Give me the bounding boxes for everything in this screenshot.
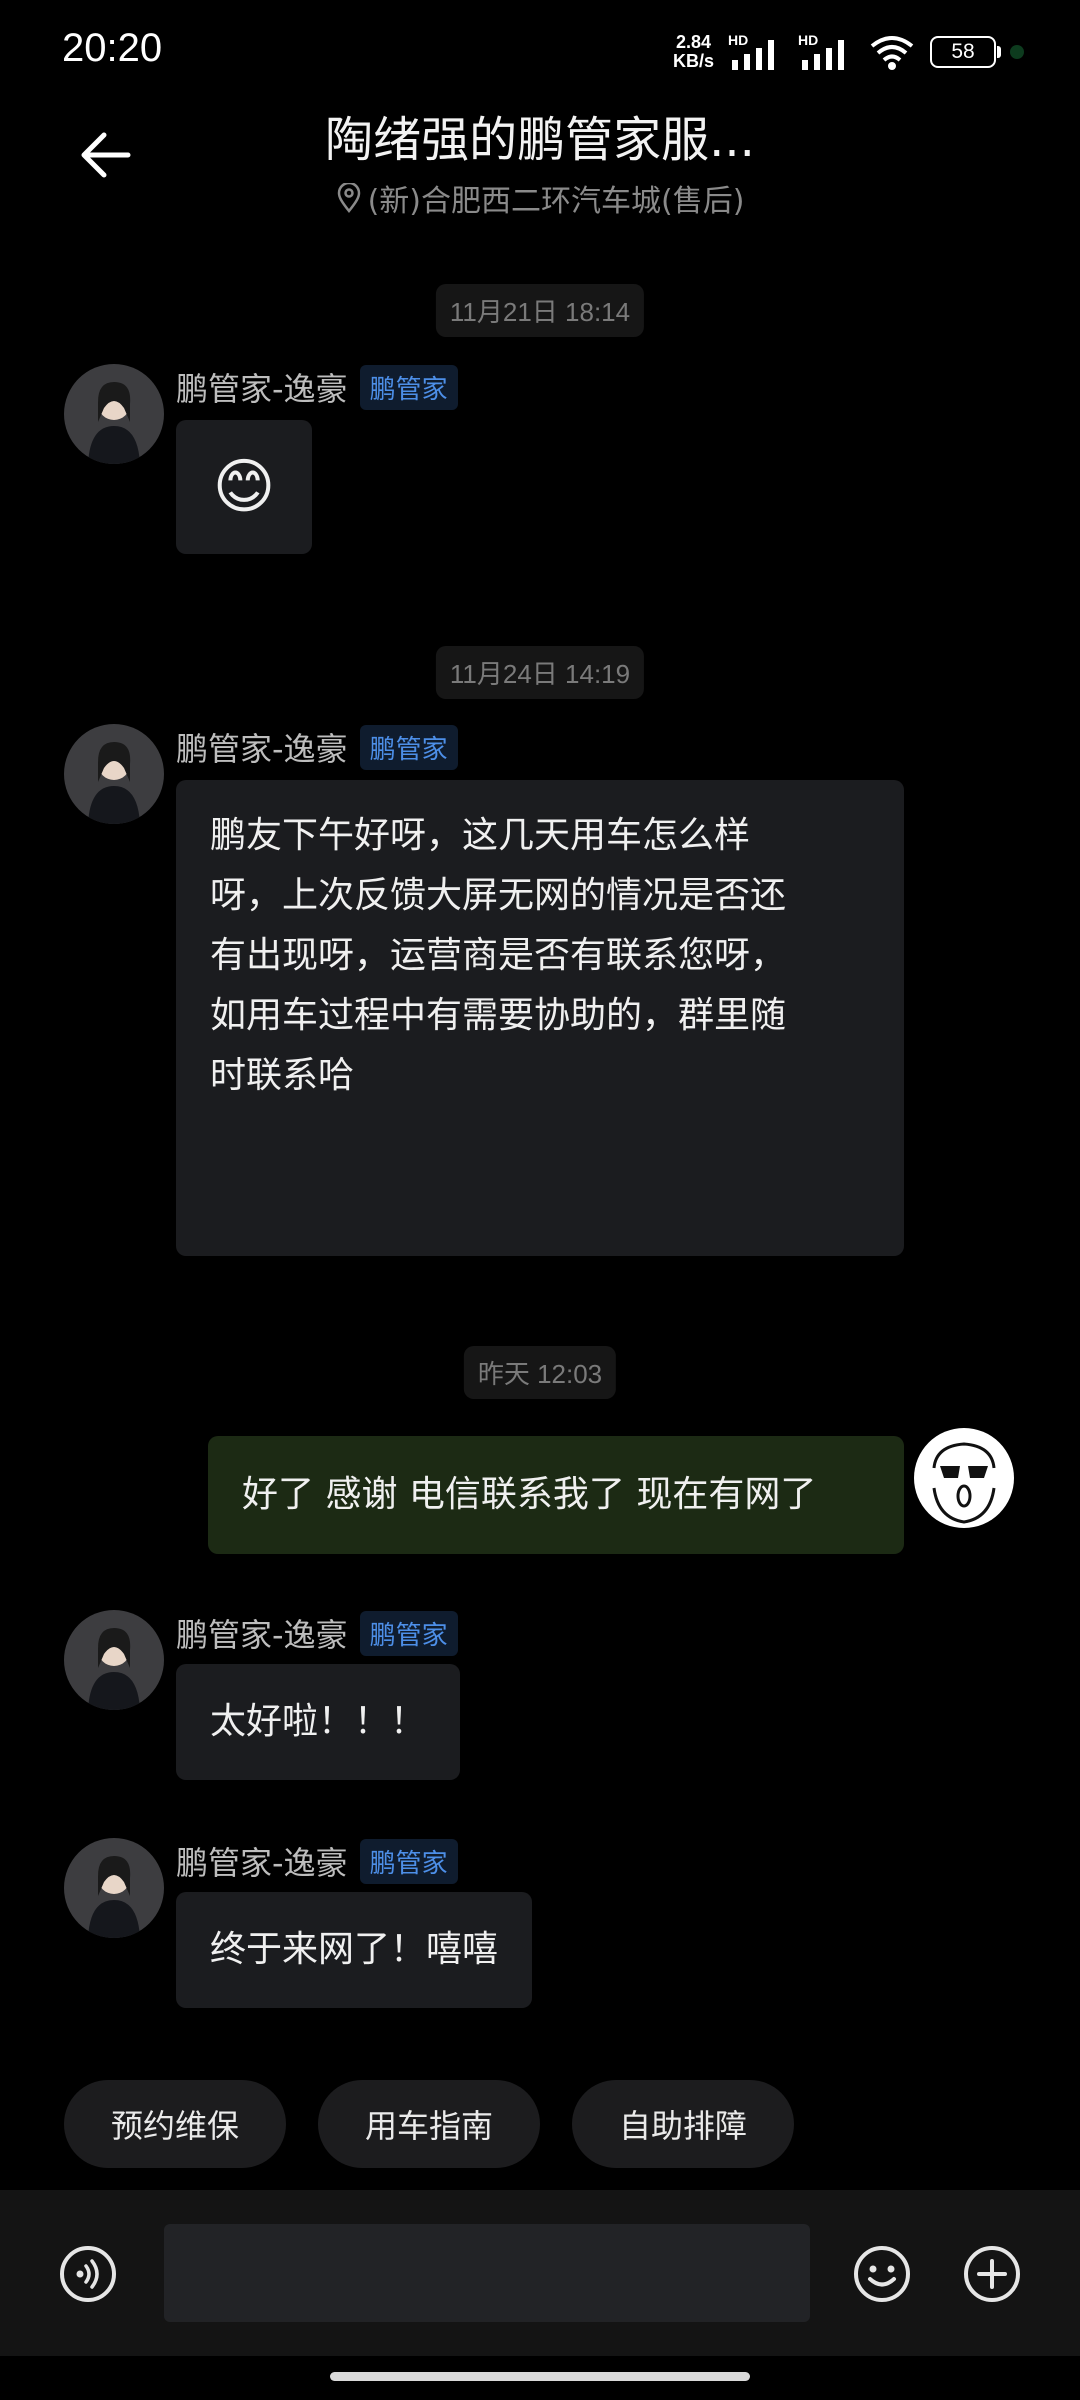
plus-icon[interactable] bbox=[962, 2244, 1022, 2304]
timestamp: 昨天 12:03 bbox=[463, 1346, 617, 1399]
sender-tag: 鹏管家 bbox=[359, 724, 458, 770]
avatar[interactable] bbox=[64, 1610, 164, 1710]
quick-action-guide[interactable]: 用车指南 bbox=[318, 2080, 540, 2168]
location-text: (新)合肥西二环汽车城(售后) bbox=[367, 184, 745, 219]
message-line: 时联系哈 bbox=[210, 1055, 355, 1096]
timestamp: 11月21日 18:14 bbox=[435, 284, 645, 337]
message-input[interactable] bbox=[164, 2224, 810, 2322]
privacy-dot bbox=[1010, 45, 1024, 59]
status-time: 20:20 bbox=[62, 26, 163, 70]
network2-label: HD bbox=[798, 32, 819, 48]
voice-icon[interactable] bbox=[58, 2244, 118, 2304]
message-line: 有出现呀，运营商是否有联系您呀， bbox=[210, 935, 787, 976]
store-location[interactable]: (新)合肥西二环汽车城(售后) bbox=[0, 176, 1080, 220]
network1-label: HD bbox=[728, 32, 749, 48]
sender-name: 鹏管家-逸豪 bbox=[176, 1616, 348, 1654]
sender-tag: 鹏管家 bbox=[359, 1838, 458, 1884]
sender-row: 鹏管家-逸豪 鹏管家 bbox=[176, 364, 458, 410]
quick-action-troubleshoot[interactable]: 自助排障 bbox=[572, 2080, 794, 2168]
network-speed: 2.84 KB/s bbox=[673, 33, 714, 71]
message-line: 如用车过程中有需要协助的，群里随 bbox=[210, 995, 787, 1036]
message-line: 鹏友下午好呀，这几天用车怎么样 bbox=[210, 815, 751, 856]
sender-tag: 鹏管家 bbox=[359, 1610, 458, 1656]
chat-title: 陶绪强的鹏管家服... bbox=[325, 112, 755, 168]
status-icons: 2.84 KB/s HD HD 58 bbox=[673, 30, 1024, 74]
my-message-bubble[interactable]: 好了 感谢 电信联系我了 现在有网了 bbox=[208, 1436, 904, 1554]
message-bubble[interactable]: 太好啦！！！ bbox=[176, 1664, 461, 1780]
battery-icon: 58 bbox=[930, 36, 1001, 68]
location-pin-icon bbox=[337, 183, 360, 213]
message-bubble[interactable]: 😊 bbox=[176, 420, 312, 554]
sender-name: 鹏管家-逸豪 bbox=[176, 1844, 348, 1882]
signal2-icon: HD bbox=[798, 32, 854, 72]
emoji-icon[interactable] bbox=[852, 2244, 912, 2304]
sender-name: 鹏管家-逸豪 bbox=[176, 370, 348, 408]
avatar[interactable] bbox=[64, 724, 164, 824]
signal1-icon: HD bbox=[728, 32, 784, 72]
quick-action-maintenance[interactable]: 预约维保 bbox=[64, 2080, 286, 2168]
sender-tag: 鹏管家 bbox=[359, 364, 458, 410]
message-bubble[interactable]: 终于来网了！嘻嘻 bbox=[176, 1892, 533, 2008]
sender-row: 鹏管家-逸豪 鹏管家 bbox=[176, 1838, 458, 1884]
speed-unit: KB/s bbox=[672, 51, 714, 71]
sender-row: 鹏管家-逸豪 鹏管家 bbox=[176, 1610, 458, 1656]
message-line: 呀，上次反馈大屏无网的情况是否还 bbox=[210, 875, 787, 916]
home-indicator[interactable] bbox=[330, 2372, 750, 2381]
speed-value: 2.84 bbox=[675, 32, 712, 52]
timestamp: 11月24日 14:19 bbox=[435, 646, 645, 699]
message-bubble[interactable]: 鹏友下午好呀，这几天用车怎么样 呀，上次反馈大屏无网的情况是否还 有出现呀，运营… bbox=[176, 780, 904, 1256]
sender-name: 鹏管家-逸豪 bbox=[176, 730, 348, 768]
sender-row: 鹏管家-逸豪 鹏管家 bbox=[176, 724, 458, 770]
wifi-icon bbox=[870, 36, 914, 70]
avatar[interactable] bbox=[64, 1838, 164, 1938]
avatar[interactable] bbox=[64, 364, 164, 464]
my-avatar[interactable] bbox=[914, 1428, 1014, 1528]
